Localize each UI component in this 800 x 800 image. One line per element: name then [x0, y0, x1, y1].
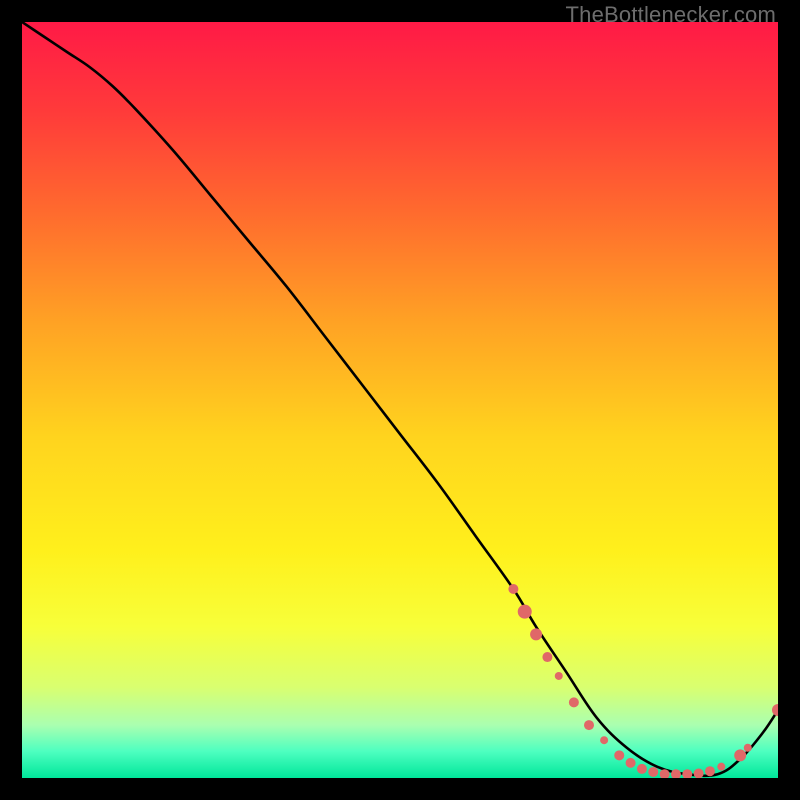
- highlight-marker: [569, 697, 579, 707]
- highlight-marker: [508, 584, 518, 594]
- highlight-marker: [614, 750, 624, 760]
- bottleneck-chart: [22, 22, 778, 778]
- highlight-marker: [626, 758, 636, 768]
- highlight-marker: [600, 736, 608, 744]
- highlight-marker: [530, 628, 542, 640]
- highlight-marker: [542, 652, 552, 662]
- highlight-marker: [648, 767, 658, 777]
- highlight-marker: [744, 744, 752, 752]
- chart-frame: [22, 22, 778, 778]
- highlight-marker: [717, 763, 725, 771]
- highlight-marker: [694, 768, 704, 778]
- highlight-marker: [555, 672, 563, 680]
- highlight-marker: [637, 764, 647, 774]
- highlight-marker: [518, 605, 532, 619]
- gradient-background: [22, 22, 778, 778]
- highlight-marker: [705, 766, 715, 776]
- highlight-marker: [584, 720, 594, 730]
- highlight-marker: [734, 749, 746, 761]
